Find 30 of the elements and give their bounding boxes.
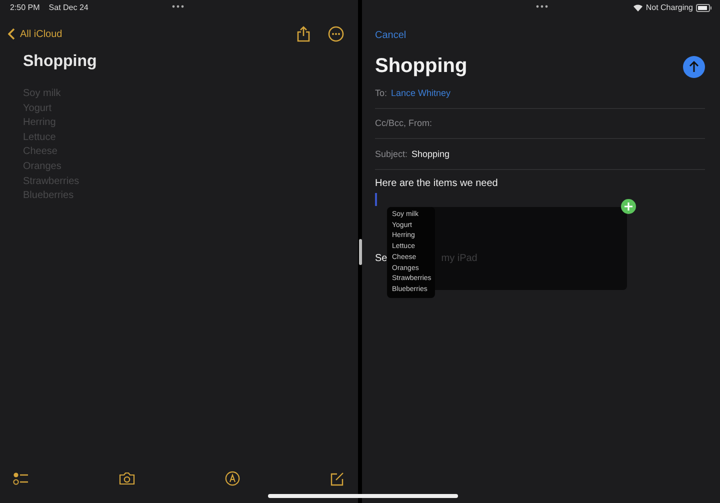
mail-body-text: Here are the items we need <box>375 178 499 188</box>
field-label: To: <box>375 88 388 98</box>
battery-icon <box>696 4 712 12</box>
add-icon <box>621 199 636 214</box>
arrow-up-icon <box>689 60 699 72</box>
battery-status-label: Not Charging <box>646 3 693 12</box>
multitasking-dots-icon[interactable] <box>536 5 548 8</box>
send-button[interactable] <box>683 56 705 78</box>
split-view-handle[interactable] <box>358 238 362 264</box>
signature-text: Se <box>375 252 388 264</box>
field-label: Cc/Bcc, From: <box>375 118 432 128</box>
compose-icon[interactable] <box>330 472 344 486</box>
wifi-icon <box>632 4 643 12</box>
field-value[interactable]: Lance Whitney <box>391 88 451 98</box>
cancel-button[interactable]: Cancel <box>375 30 406 41</box>
more-icon[interactable] <box>328 26 344 42</box>
markup-pen-icon[interactable] <box>225 471 240 486</box>
camera-icon[interactable] <box>119 472 135 485</box>
back-button[interactable]: All iCloud <box>8 28 62 40</box>
multitasking-dots-icon[interactable] <box>172 5 184 8</box>
mail-subject-title: Shopping <box>375 55 468 78</box>
field-value[interactable]: Shopping <box>412 148 450 159</box>
status-date: Sat Dec 24 <box>48 3 88 14</box>
text-cursor <box>375 192 377 206</box>
share-icon[interactable] <box>297 26 310 42</box>
field-label: Subject: <box>375 148 408 159</box>
checklist-icon[interactable] <box>13 472 29 485</box>
chevron-left-icon <box>8 28 15 40</box>
note-title: Shopping <box>22 52 98 71</box>
status-time: 2:50 PM <box>10 3 40 14</box>
